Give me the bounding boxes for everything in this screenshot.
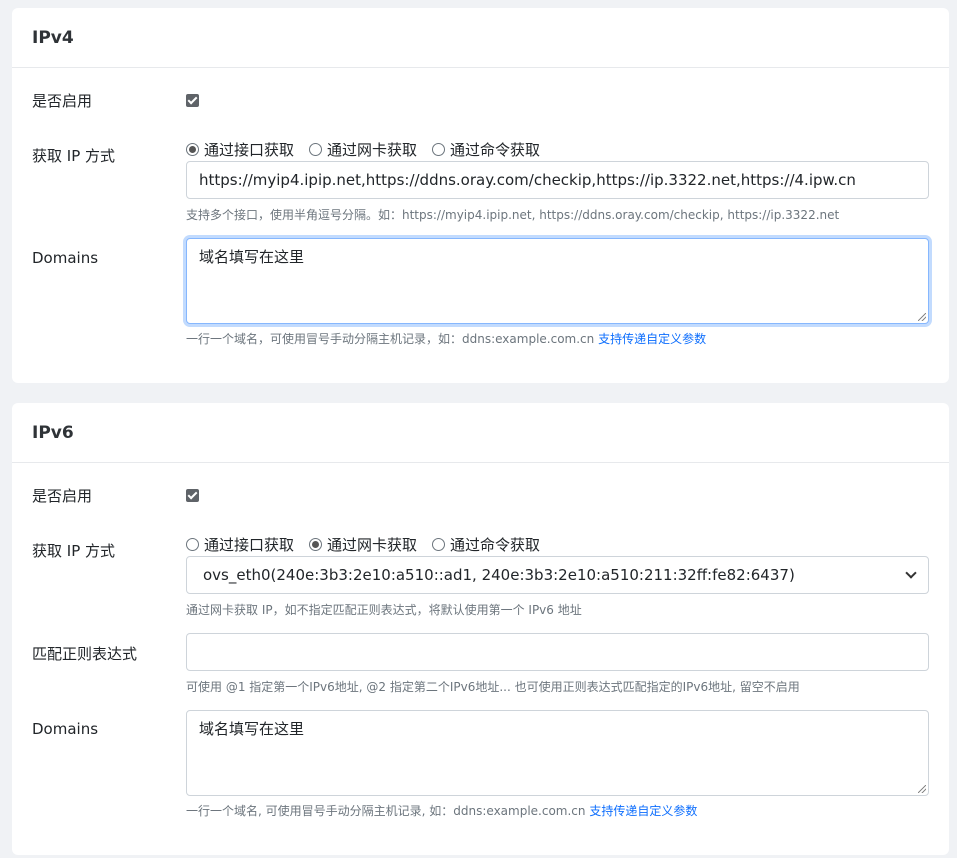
ipv4-domains-placeholder: 域名填写在这里: [199, 248, 305, 266]
ipv6-domains-placeholder: 域名填写在这里: [199, 720, 305, 738]
ipv4-method-nic[interactable]: 通过网卡获取: [309, 139, 417, 160]
ipv6-nic-select[interactable]: ovs_eth0(240e:3b3:2e10:a510::ad1, 240e:3…: [186, 556, 929, 594]
ipv4-method-api-radio[interactable]: [186, 143, 199, 156]
ipv6-domains-textarea[interactable]: 域名填写在这里: [186, 710, 929, 796]
ipv6-card-title: IPv6: [12, 403, 949, 463]
ipv6-domains-help: 一行一个域名, 可使用冒号手动分隔主机记录, 如：ddns:example.co…: [186, 802, 929, 819]
ipv6-domains-help-text: 一行一个域名, 可使用冒号手动分隔主机记录, 如：ddns:example.co…: [186, 804, 586, 818]
ipv6-method-api[interactable]: 通过接口获取: [186, 534, 294, 555]
ipv4-domains-resize-handle[interactable]: [918, 313, 926, 321]
ipv6-method-api-label: 通过接口获取: [204, 536, 295, 554]
ipv4-method-label: 获取 IP 方式: [32, 147, 116, 165]
ipv6-domains-help-link[interactable]: 支持传递自定义参数: [589, 804, 697, 818]
ipv4-method-cmd-radio[interactable]: [432, 143, 446, 156]
ipv6-method-cmd[interactable]: 通过命令获取: [432, 534, 540, 555]
ipv4-enable-checkbox[interactable]: [186, 94, 199, 107]
ipv4-method-api[interactable]: 通过接口获取: [186, 139, 294, 160]
ipv4-url-help: 支持多个接口，使用半角逗号分隔。如：https://myip4.ipip.net…: [186, 208, 840, 222]
ipv4-domains-help: 一行一个域名，可使用冒号手动分隔主机记录，如：ddns:example.com.…: [186, 330, 929, 347]
ipv4-domains-textarea[interactable]: 域名填写在这里: [186, 238, 929, 324]
ipv4-method-nic-label: 通过网卡获取: [327, 141, 418, 159]
ipv6-regex-label: 匹配正则表达式: [32, 645, 138, 663]
ipv6-method-label: 获取 IP 方式: [32, 542, 116, 560]
ipv4-domains-label: Domains: [32, 249, 99, 267]
ipv4-domains-help-text: 一行一个域名，可使用冒号手动分隔主机记录，如：ddns:example.com.…: [186, 332, 595, 346]
ipv4-method-nic-radio[interactable]: [309, 143, 323, 156]
ipv6-method-api-radio[interactable]: [186, 538, 199, 551]
ipv6-enable-label: 是否启用: [32, 487, 93, 505]
ipv6-method-nic-label: 通过网卡获取: [327, 536, 418, 554]
ipv6-domains-label: Domains: [32, 720, 99, 738]
ipv4-method-api-label: 通过接口获取: [204, 141, 295, 159]
chevron-down-icon: [906, 570, 916, 580]
ipv4-card-title: IPv4: [12, 8, 949, 68]
ipv6-method-cmd-label: 通过命令获取: [450, 536, 541, 554]
ipv4-method-cmd[interactable]: 通过命令获取: [432, 139, 540, 160]
ipv6-regex-input[interactable]: [186, 633, 929, 671]
ipv6-method-nic[interactable]: 通过网卡获取: [309, 534, 417, 555]
ipv4-method-radio-group: 通过接口获取 通过网卡获取 通过命令获取: [186, 139, 929, 160]
ipv4-enable-label: 是否启用: [32, 92, 93, 110]
ipv6-method-nic-radio[interactable]: [309, 538, 323, 551]
ipv6-card: IPv6 是否启用 获取 IP 方式 通过接口获取 通过网卡获取 通过命令获取: [12, 403, 949, 855]
ipv6-method-radio-group: 通过接口获取 通过网卡获取 通过命令获取: [186, 534, 929, 555]
ipv4-url-input[interactable]: https://myip4.ipip.net,https://ddns.oray…: [186, 161, 929, 199]
ipv6-domains-resize-handle[interactable]: [918, 785, 926, 793]
ipv6-enable-checkbox[interactable]: [186, 489, 199, 502]
ipv6-regex-help: 可使用 @1 指定第一个IPv6地址, @2 指定第二个IPv6地址... 也可…: [186, 680, 800, 694]
ipv6-method-cmd-radio[interactable]: [432, 538, 446, 551]
ipv6-nic-select-value: ovs_eth0(240e:3b3:2e10:a510::ad1, 240e:3…: [203, 566, 795, 584]
ipv4-card: IPv4 是否启用 获取 IP 方式 通过接口获取 通过网卡获取 通过命令获取: [12, 8, 949, 383]
ipv4-method-cmd-label: 通过命令获取: [450, 141, 541, 159]
ipv4-domains-help-link[interactable]: 支持传递自定义参数: [598, 332, 706, 346]
ipv6-nic-help: 通过网卡获取 IP，如不指定匹配正则表达式，将默认使用第一个 IPv6 地址: [186, 603, 582, 617]
